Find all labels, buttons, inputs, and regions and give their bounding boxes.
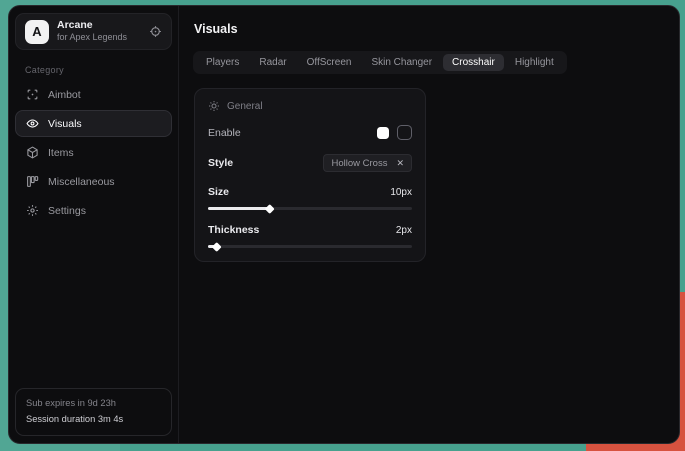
target-icon[interactable] bbox=[149, 25, 162, 38]
style-chip-label: Hollow Cross bbox=[331, 158, 387, 169]
section-title: General bbox=[227, 101, 263, 112]
sidebar-item-label: Miscellaneous bbox=[48, 176, 115, 188]
style-label: Style bbox=[208, 157, 233, 169]
session-duration-text: Session duration 3m 4s bbox=[26, 412, 161, 427]
tab-players[interactable]: Players bbox=[197, 54, 248, 71]
sidebar-nav: Aimbot Visuals Items bbox=[15, 81, 172, 224]
page-title: Visuals bbox=[194, 22, 665, 36]
app-title: Arcane bbox=[57, 19, 127, 32]
thickness-row: Thickness 2px bbox=[208, 224, 412, 236]
section-header: General bbox=[208, 100, 412, 112]
app-window: A Arcane for Apex Legends Category bbox=[8, 5, 680, 444]
size-label: Size bbox=[208, 186, 229, 198]
general-settings-card: General Enable Style Hollow Cross ✕ Size… bbox=[194, 88, 426, 262]
sub-expiry-text: Sub expires in 9d 23h bbox=[26, 396, 161, 411]
chip-close-icon[interactable]: ✕ bbox=[396, 159, 404, 168]
tab-crosshair[interactable]: Crosshair bbox=[443, 54, 504, 71]
app-subtitle: for Apex Legends bbox=[57, 32, 127, 43]
sidebar-item-items[interactable]: Items bbox=[15, 139, 172, 166]
tab-radar[interactable]: Radar bbox=[250, 54, 295, 71]
thickness-value: 2px bbox=[396, 225, 412, 236]
sidebar-item-label: Items bbox=[48, 147, 74, 159]
sidebar: A Arcane for Apex Legends Category bbox=[9, 6, 179, 443]
sidebar-item-miscellaneous[interactable]: Miscellaneous bbox=[15, 168, 172, 195]
size-value: 10px bbox=[390, 187, 412, 198]
sidebar-item-visuals[interactable]: Visuals bbox=[15, 110, 172, 137]
color-swatch[interactable] bbox=[377, 127, 389, 139]
size-slider[interactable] bbox=[208, 207, 412, 210]
sidebar-item-label: Visuals bbox=[48, 118, 82, 130]
thickness-slider-handle[interactable] bbox=[212, 242, 222, 252]
cube-icon bbox=[26, 146, 39, 159]
sidebar-item-settings[interactable]: Settings bbox=[15, 197, 172, 224]
size-row: Size 10px bbox=[208, 186, 412, 198]
main-content: Visuals Players Radar OffScreen Skin Cha… bbox=[179, 6, 679, 443]
tab-offscreen[interactable]: OffScreen bbox=[298, 54, 361, 71]
sidebar-item-aimbot[interactable]: Aimbot bbox=[15, 81, 172, 108]
gear-icon bbox=[26, 204, 39, 217]
enable-label: Enable bbox=[208, 127, 241, 139]
tab-highlight[interactable]: Highlight bbox=[506, 54, 563, 71]
visuals-tabbar: Players Radar OffScreen Skin Changer Cro… bbox=[193, 51, 567, 74]
subscription-info-box: Sub expires in 9d 23h Session duration 3… bbox=[15, 388, 172, 436]
scan-crosshair-icon bbox=[26, 88, 39, 101]
thickness-slider[interactable] bbox=[208, 245, 412, 248]
eye-icon bbox=[26, 117, 39, 130]
style-chip[interactable]: Hollow Cross ✕ bbox=[323, 154, 412, 172]
sidebar-header-card: A Arcane for Apex Legends bbox=[15, 13, 172, 50]
sidebar-item-label: Aimbot bbox=[48, 89, 81, 101]
thickness-label: Thickness bbox=[208, 224, 259, 236]
sidebar-item-label: Settings bbox=[48, 205, 86, 217]
tab-skin-changer[interactable]: Skin Changer bbox=[362, 54, 441, 71]
style-row: Style Hollow Cross ✕ bbox=[208, 154, 412, 172]
enable-checkbox[interactable] bbox=[397, 125, 412, 140]
enable-row: Enable bbox=[208, 125, 412, 140]
columns-icon bbox=[26, 175, 39, 188]
size-slider-handle[interactable] bbox=[265, 204, 275, 214]
sun-crosshair-icon bbox=[208, 100, 220, 112]
category-label: Category bbox=[25, 65, 162, 75]
app-logo: A bbox=[25, 20, 49, 44]
